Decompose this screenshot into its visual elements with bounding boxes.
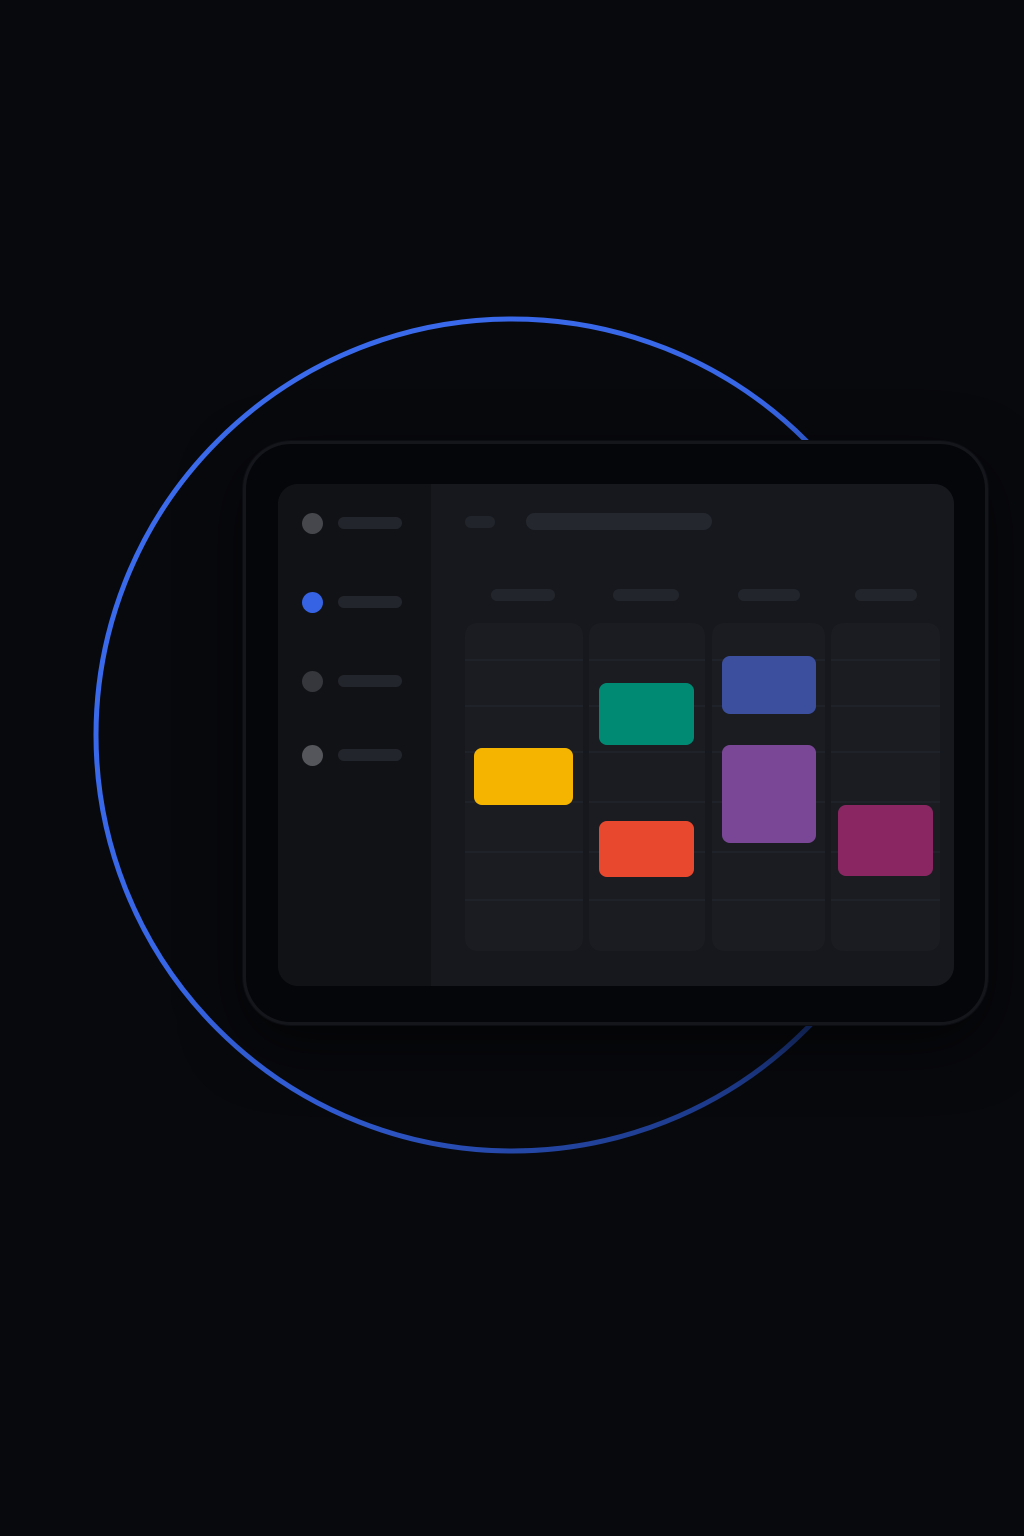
sidebar-item-label	[338, 749, 402, 761]
dot-icon	[302, 670, 323, 692]
calendar-event-purple[interactable]	[722, 745, 816, 843]
app-screen	[278, 484, 954, 986]
sidebar-item-3[interactable]	[302, 670, 412, 692]
calendar-event-blue[interactable]	[722, 656, 816, 714]
grid-line	[465, 851, 583, 853]
grid-line	[831, 751, 940, 753]
day-column[interactable]	[831, 623, 940, 951]
calendar-main	[431, 484, 954, 986]
grid-line	[831, 801, 940, 803]
sidebar-item-4[interactable]	[302, 744, 412, 766]
grid-line	[712, 899, 825, 901]
grid-line	[589, 659, 705, 661]
sidebar-item-2-active[interactable]	[302, 591, 412, 613]
tablet-device	[243, 441, 988, 1025]
sidebar-item-label	[338, 675, 402, 687]
calendar-event-magenta[interactable]	[838, 805, 933, 876]
page-title	[526, 513, 712, 530]
toolbar-button[interactable]	[465, 516, 495, 528]
sidebar	[278, 484, 431, 986]
dot-icon	[302, 744, 323, 766]
grid-line	[465, 899, 583, 901]
grid-line	[831, 659, 940, 661]
calendar-event-red[interactable]	[599, 821, 694, 877]
grid-line	[465, 705, 583, 707]
dot-icon	[302, 512, 323, 534]
day-column[interactable]	[589, 623, 705, 951]
grid-line	[589, 801, 705, 803]
grid-line	[831, 705, 940, 707]
calendar-event-green[interactable]	[599, 683, 694, 745]
column-header	[738, 589, 800, 601]
column-header	[855, 589, 917, 601]
sidebar-item-label	[338, 596, 402, 608]
grid-line	[712, 851, 825, 853]
sidebar-item-1[interactable]	[302, 512, 412, 534]
dot-icon	[302, 591, 323, 613]
canvas	[0, 0, 1024, 1536]
grid-line	[465, 659, 583, 661]
calendar-event-yellow[interactable]	[474, 748, 573, 805]
column-header	[491, 589, 555, 601]
sidebar-item-label	[338, 517, 402, 529]
column-header	[613, 589, 679, 601]
grid-line	[589, 751, 705, 753]
grid-line	[589, 899, 705, 901]
grid-line	[831, 899, 940, 901]
